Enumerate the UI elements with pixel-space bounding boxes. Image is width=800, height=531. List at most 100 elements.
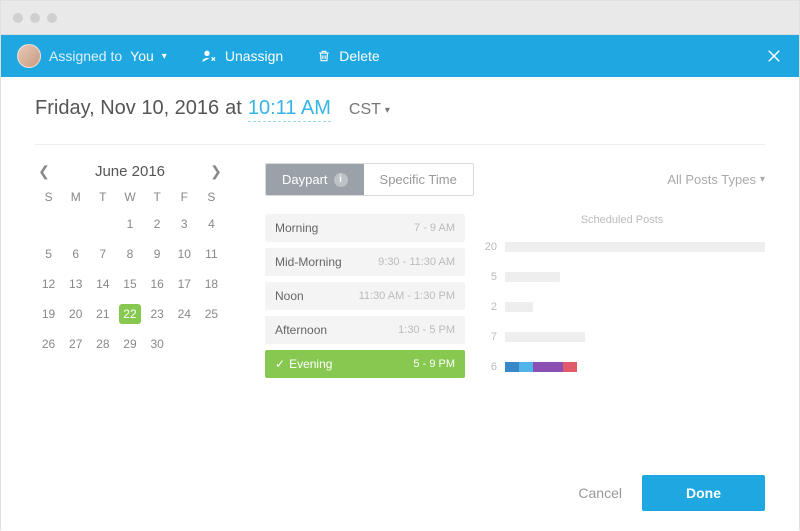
daypart-range: 9:30 - 11:30 AM (378, 256, 455, 268)
daypart-option[interactable]: Noon11:30 AM - 1:30 PM (265, 282, 465, 310)
calendar-day[interactable]: 13 (65, 274, 87, 294)
calendar-dow: W (116, 190, 143, 204)
calendar-day[interactable]: 15 (119, 274, 141, 294)
calendar-next[interactable]: ❯ (207, 163, 225, 180)
calendar-day[interactable]: 14 (92, 274, 114, 294)
calendar-day[interactable]: 20 (65, 304, 87, 324)
date-text: Friday, Nov 10, 2016 (35, 97, 219, 120)
assigned-to-dropdown[interactable]: Assigned to You ▾ (17, 44, 167, 68)
schedule-bar (505, 332, 585, 342)
schedule-row: 20 (479, 236, 765, 258)
schedule-bar-segmented (505, 362, 577, 372)
chevron-down-icon: ▾ (385, 105, 390, 116)
calendar-day[interactable]: 23 (146, 304, 168, 324)
schedule-bar (505, 272, 560, 282)
calendar-day[interactable]: 22 (119, 304, 141, 324)
traffic-light-max[interactable] (47, 13, 57, 23)
traffic-light-close[interactable] (13, 13, 23, 23)
divider (35, 144, 765, 145)
calendar-day[interactable]: 5 (38, 244, 60, 264)
trash-icon (317, 48, 331, 64)
schedule-count: 20 (479, 241, 497, 253)
daypart-name: Mid-Morning (275, 255, 342, 269)
tab-specific-label: Specific Time (380, 172, 457, 187)
calendar-day[interactable]: 28 (92, 334, 114, 354)
calendar-day[interactable]: 27 (65, 334, 87, 354)
schedule-row: 6 (479, 356, 765, 378)
daypart-name: Noon (275, 289, 304, 303)
calendar-day[interactable]: 17 (173, 274, 195, 294)
calendar-day[interactable]: 1 (119, 214, 141, 234)
calendar-day[interactable]: 26 (38, 334, 60, 354)
schedule-row: 5 (479, 266, 765, 288)
close-button[interactable] (765, 47, 783, 65)
calendar-dow: S (35, 190, 62, 204)
calendar-day[interactable]: 7 (92, 244, 114, 264)
schedule-count: 2 (479, 301, 497, 313)
avatar (17, 44, 41, 68)
calendar-day[interactable]: 19 (38, 304, 60, 324)
calendar-day[interactable]: 25 (200, 304, 222, 324)
traffic-light-min[interactable] (30, 13, 40, 23)
calendar-day[interactable]: 6 (65, 244, 87, 264)
post-type-filter[interactable]: All Posts Types ▾ (667, 172, 765, 187)
calendar-day[interactable]: 3 (173, 214, 195, 234)
calendar-day[interactable]: 29 (119, 334, 141, 354)
scheduled-posts-title: Scheduled Posts (479, 214, 765, 226)
assigned-label: Assigned to (49, 48, 122, 64)
info-icon[interactable]: i (334, 173, 348, 187)
calendar-day[interactable]: 8 (119, 244, 141, 264)
schedule-count: 7 (479, 331, 497, 343)
timezone-label: CST (349, 101, 381, 119)
schedule-bar (505, 302, 533, 312)
delete-label: Delete (339, 48, 379, 64)
schedule-count: 5 (479, 271, 497, 283)
schedule-bar (505, 242, 765, 252)
calendar-day[interactable]: 11 (200, 244, 222, 264)
calendar-dow: T (144, 190, 171, 204)
post-filter-label: All Posts Types (667, 172, 756, 187)
daypart-name: Morning (275, 221, 318, 235)
chevron-down-icon: ▾ (162, 51, 167, 62)
timezone-dropdown[interactable]: CST ▾ (349, 101, 390, 119)
calendar-day[interactable]: 2 (146, 214, 168, 234)
unassign-button[interactable]: Unassign (201, 48, 283, 64)
calendar-dow: T (89, 190, 116, 204)
schedule-row: 7 (479, 326, 765, 348)
calendar-day[interactable]: 18 (200, 274, 222, 294)
scheduled-posts-chart: Scheduled Posts 20 5 2 7 6 (479, 214, 765, 386)
daypart-option[interactable]: Morning 7 - 9 AM (265, 214, 465, 242)
tab-specific-time[interactable]: Specific Time (364, 164, 473, 195)
calendar-dow: F (171, 190, 198, 204)
action-toolbar: Assigned to You ▾ Unassign Delete (1, 35, 799, 77)
calendar-day[interactable]: 4 (200, 214, 222, 234)
calendar-prev[interactable]: ❮ (35, 163, 53, 180)
user-x-icon (201, 48, 217, 64)
calendar-day[interactable]: 30 (146, 334, 168, 354)
assigned-value: You (130, 48, 154, 64)
close-icon (765, 47, 783, 65)
calendar-day[interactable]: 16 (146, 274, 168, 294)
calendar-day[interactable]: 10 (173, 244, 195, 264)
daypart-option[interactable]: Afternoon1:30 - 5 PM (265, 316, 465, 344)
daypart-range: 7 - 9 AM (414, 222, 455, 234)
calendar-day[interactable]: 24 (173, 304, 195, 324)
time-link[interactable]: 10:11 AM (248, 97, 331, 122)
cancel-button[interactable]: Cancel (578, 485, 622, 501)
daypart-list: Morning 7 - 9 AM Mid-Morning 9:30 - 11:30 A… (265, 214, 465, 386)
calendar-month-label: June 2016 (53, 163, 207, 180)
window-titlebar (1, 1, 799, 35)
calendar-day[interactable]: 9 (146, 244, 168, 264)
tab-daypart[interactable]: Daypart i (266, 164, 364, 195)
daypart-range: 1:30 - 5 PM (398, 324, 455, 336)
done-button[interactable]: Done (642, 475, 765, 511)
unassign-label: Unassign (225, 48, 283, 64)
delete-button[interactable]: Delete (317, 48, 379, 64)
daypart-name: ✓Evening (275, 357, 332, 371)
calendar-day[interactable]: 21 (92, 304, 114, 324)
calendar-day[interactable]: 12 (38, 274, 60, 294)
daypart-option[interactable]: Mid-Morning 9:30 - 11:30 AM (265, 248, 465, 276)
daypart-option[interactable]: ✓Evening5 - 9 PM (265, 350, 465, 378)
schedule-count: 6 (479, 361, 497, 373)
calendar-dow: M (62, 190, 89, 204)
